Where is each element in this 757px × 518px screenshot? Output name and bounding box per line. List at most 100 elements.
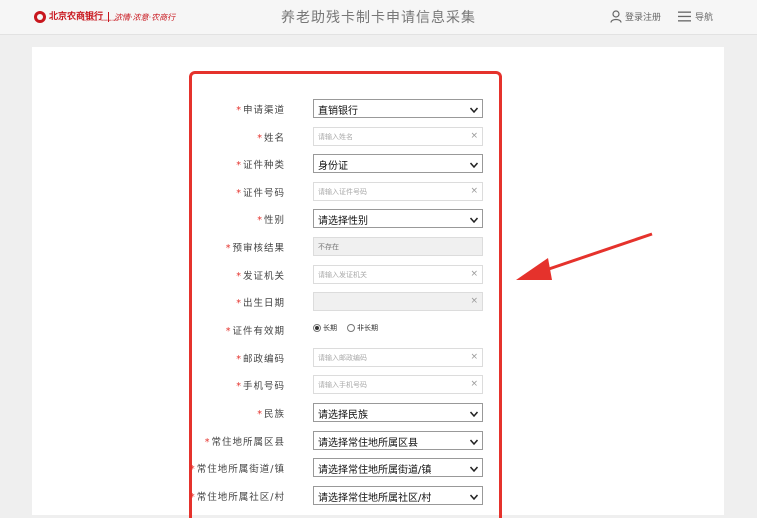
field-2-select[interactable]: 身份证: [313, 154, 483, 173]
field-label-text: 常住地所属街道/镇: [196, 464, 285, 475]
select-value: 直销银行: [318, 106, 358, 117]
chevron-down-icon: [469, 106, 479, 114]
field-label: *申请渠道: [236, 102, 285, 116]
field-12-select[interactable]: 请选择常住地所属区县: [313, 431, 483, 450]
field-9-input[interactable]: 请输入邮政编码 ×: [313, 348, 483, 367]
nav-menu-button[interactable]: 导航: [678, 10, 713, 23]
field-14-select[interactable]: 请选择常住地所属社区/村: [313, 486, 483, 505]
field-label: *证件号码: [236, 185, 285, 199]
field-label-text: 证件种类: [242, 160, 285, 171]
radio-label: 长期: [323, 324, 337, 332]
form-row: *邮政编码 请输入邮政编码 ×: [150, 348, 490, 369]
form-row: *出生日期 ×: [150, 292, 490, 313]
chevron-down-icon: [469, 410, 479, 418]
field-label: *性别: [257, 212, 285, 226]
required-mark: *: [236, 271, 242, 282]
form-row: *证件种类 身份证: [150, 154, 490, 175]
required-mark: *: [257, 215, 263, 226]
required-mark: *: [225, 243, 232, 254]
form-row: *姓名 请输入姓名 ×: [150, 127, 490, 148]
field-3-input[interactable]: 请输入证件号码 ×: [313, 182, 483, 201]
user-icon: [610, 10, 622, 23]
field-label: *姓名: [257, 130, 285, 144]
clear-icon[interactable]: ×: [470, 186, 478, 196]
field-label-text: 常住地所属社区/村: [196, 492, 285, 503]
field-label-text: 常住地所属区县: [211, 437, 285, 448]
form-row: *证件有效期 长期 非长期: [150, 320, 490, 341]
field-label-text: 出生日期: [242, 298, 285, 309]
input-placeholder: 请输入发证机关: [318, 271, 367, 279]
field-11-select[interactable]: 请选择民族: [313, 403, 483, 422]
validity-radio-group: 长期 非长期: [313, 323, 388, 333]
chevron-down-icon: [469, 216, 479, 224]
field-1-input[interactable]: 请输入姓名 ×: [313, 127, 483, 146]
field-10-input[interactable]: 请输入手机号码 ×: [313, 375, 483, 394]
select-value: 请选择性别: [318, 216, 368, 227]
field-label-text: 性别: [263, 215, 285, 226]
select-value: 身份证: [318, 161, 348, 172]
field-5-readonly-field: 不存在: [313, 237, 483, 256]
pointer-arrow: [516, 232, 653, 280]
field-label: *民族: [257, 406, 285, 420]
required-mark: *: [236, 298, 242, 309]
chevron-down-icon: [469, 465, 479, 473]
required-mark: *: [190, 464, 196, 475]
required-mark: *: [236, 105, 242, 116]
clear-icon[interactable]: ×: [470, 352, 478, 362]
menu-icon: [678, 11, 691, 22]
select-value: 请选择常住地所属区县: [318, 438, 418, 449]
form-row: *常住地所属街道/镇 请选择常住地所属街道/镇: [150, 458, 490, 479]
field-13-select[interactable]: 请选择常住地所属街道/镇: [313, 458, 483, 477]
required-mark: *: [257, 409, 263, 420]
clear-icon[interactable]: ×: [470, 296, 478, 306]
field-label-text: 预审核结果: [232, 243, 285, 254]
field-label-text: 姓名: [263, 133, 285, 144]
field-label: *发证机关: [236, 268, 285, 282]
radio-label: 非长期: [357, 324, 378, 332]
form-row: *手机号码 请输入手机号码 ×: [150, 375, 490, 396]
login-register-link[interactable]: 登录注册: [610, 10, 661, 23]
field-6-input[interactable]: 请输入发证机关 ×: [313, 265, 483, 284]
form-row: *证件号码 请输入证件号码 ×: [150, 182, 490, 203]
chevron-down-icon: [469, 438, 479, 446]
field-label-text: 发证机关: [242, 271, 285, 282]
select-value: 请选择常住地所属街道/镇: [318, 465, 432, 476]
field-7-readonly-field: ×: [313, 292, 483, 311]
field-label: *常住地所属社区/村: [190, 489, 285, 503]
field-label: *常住地所属街道/镇: [190, 461, 285, 475]
nav-label: 导航: [695, 13, 714, 23]
field-label: *预审核结果: [226, 240, 285, 254]
required-mark: *: [190, 492, 196, 503]
required-mark: *: [204, 437, 211, 448]
radio-button-icon[interactable]: [313, 324, 321, 332]
input-placeholder: 请输入证件号码: [318, 188, 367, 196]
radio-option[interactable]: 长期: [313, 323, 337, 333]
field-label-text: 申请渠道: [242, 105, 285, 116]
chevron-down-icon: [469, 161, 479, 169]
chevron-down-icon: [469, 493, 479, 501]
form-row: *申请渠道 直销银行: [150, 99, 490, 120]
clear-icon[interactable]: ×: [470, 131, 478, 141]
field-4-select[interactable]: 请选择性别: [313, 209, 483, 228]
field-label-text: 民族: [263, 409, 285, 420]
field-label: *证件有效期: [226, 323, 285, 337]
field-label-text: 证件有效期: [232, 326, 285, 337]
field-label: *证件种类: [236, 157, 285, 171]
required-mark: *: [225, 326, 232, 337]
field-label: *邮政编码: [236, 351, 285, 365]
clear-icon[interactable]: ×: [470, 379, 478, 389]
form-row: *常住地所属区县 请选择常住地所属区县: [150, 431, 490, 452]
field-label: *手机号码: [236, 378, 285, 392]
form-row: *发证机关 请输入发证机关 ×: [150, 265, 490, 286]
clear-icon[interactable]: ×: [470, 269, 478, 279]
radio-option[interactable]: 非长期: [347, 323, 378, 333]
form-row: *民族 请选择民族: [150, 403, 490, 424]
required-mark: *: [236, 354, 242, 365]
field-label-text: 证件号码: [242, 188, 285, 199]
field-0-select[interactable]: 直销银行: [313, 99, 483, 118]
required-mark: *: [257, 133, 263, 144]
radio-button-icon[interactable]: [347, 324, 355, 332]
field-value: 不存在: [318, 243, 339, 251]
form-row: *常住地所属社区/村 请选择常住地所属社区/村: [150, 486, 490, 507]
select-value: 请选择民族: [318, 410, 368, 421]
